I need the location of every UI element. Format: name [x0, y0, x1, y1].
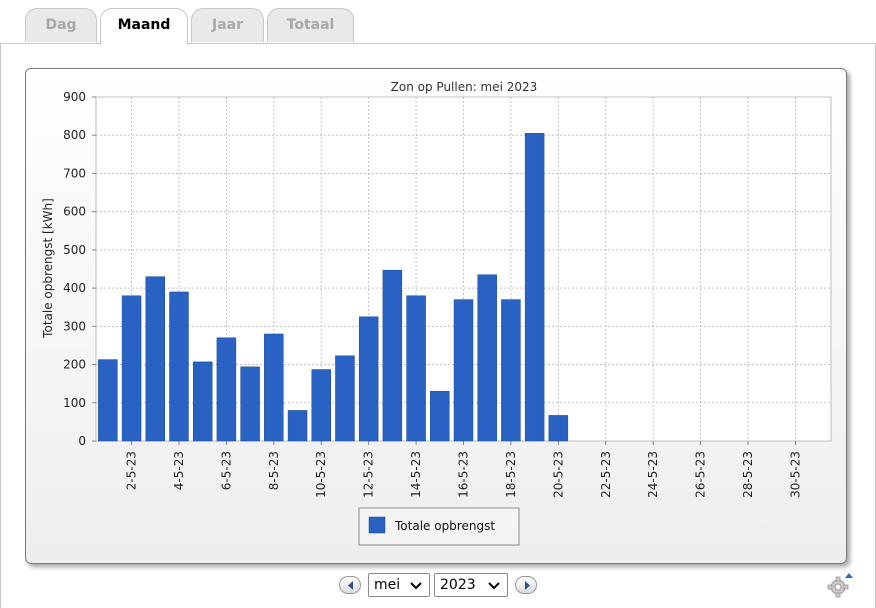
bar [453, 299, 474, 442]
x-tick-label: 6-5-23 [219, 451, 233, 490]
year-select[interactable]: 2023 [434, 573, 508, 597]
bar [192, 361, 213, 442]
arrow-left-icon [348, 581, 353, 590]
y-tick-label: 600 [63, 205, 86, 219]
bar [358, 316, 379, 442]
y-tick-label: 900 [63, 90, 86, 104]
y-tick-label: 400 [63, 281, 86, 295]
month-select[interactable]: mei [368, 573, 430, 597]
bar [240, 366, 260, 442]
x-tick-label: 30-5-23 [788, 451, 802, 498]
bar [430, 391, 450, 442]
tab-totaal[interactable]: Totaal [267, 8, 354, 42]
bar [121, 295, 142, 442]
x-tick-label: 28-5-23 [741, 451, 755, 498]
x-tick-label: 26-5-23 [694, 451, 708, 498]
plot-area: 0 100 200 300 400 500 600 700 800 900 2-5-23 4-5-23… [63, 90, 832, 498]
bar [311, 369, 331, 442]
bar [98, 359, 118, 442]
legend-swatch [368, 516, 386, 534]
previous-month-button[interactable] [339, 576, 361, 594]
chevron-down-icon [488, 582, 500, 590]
y-tick-label: 300 [63, 319, 86, 333]
y-tick-label: 100 [63, 396, 86, 410]
x-tick-label: 14-5-23 [409, 451, 423, 498]
tab-bar: Dag Maand Jaar Totaal [0, 0, 876, 45]
bar [335, 355, 355, 442]
legend: Totale opbrengst [358, 507, 520, 546]
year-select-value: 2023 [440, 577, 476, 593]
legend-label: Totale opbrengst [394, 519, 495, 533]
x-tick-label: 8-5-23 [267, 451, 281, 490]
bar [382, 269, 403, 442]
y-axis-label: Totale opbrengst [kWh] [41, 198, 55, 339]
y-tick-label: 500 [63, 243, 86, 257]
x-tick-label: 10-5-23 [314, 451, 328, 498]
y-tick-label: 700 [63, 166, 86, 180]
bar [169, 291, 189, 442]
x-tick-label: 4-5-23 [172, 451, 186, 490]
next-month-button[interactable] [515, 576, 537, 594]
x-tick-label: 24-5-23 [646, 451, 660, 498]
bar-chart: Zon op Pullen: mei 2023 0 100 200 300 400 500… [41, 80, 832, 546]
y-tick-label: 800 [63, 128, 86, 142]
y-tick-label: 0 [78, 434, 86, 448]
month-select-value: mei [374, 577, 401, 593]
tab-jaar[interactable]: Jaar [191, 8, 264, 42]
settings-gear-icon[interactable] [826, 572, 854, 598]
x-tick-label: 20-5-23 [551, 451, 565, 498]
bar [524, 133, 545, 442]
bar [216, 337, 237, 442]
arrow-right-icon [525, 581, 530, 590]
x-tick-label: 2-5-23 [125, 451, 139, 490]
bar [548, 415, 569, 442]
x-tick-label: 12-5-23 [362, 451, 376, 498]
x-tick-label: 16-5-23 [457, 451, 471, 498]
bar [287, 410, 308, 442]
y-tick-label: 200 [63, 358, 86, 372]
x-tick-label: 18-5-23 [504, 451, 518, 498]
bar [477, 274, 497, 442]
bar [264, 333, 284, 442]
bar [145, 276, 166, 442]
chevron-down-icon [410, 582, 422, 590]
bar [501, 299, 521, 442]
tab-dag[interactable]: Dag [25, 8, 97, 42]
chart-title: Zon op Pullen: mei 2023 [391, 80, 538, 94]
bar [406, 295, 426, 442]
tab-maand[interactable]: Maand [100, 8, 188, 45]
x-tick-label: 22-5-23 [599, 451, 613, 498]
